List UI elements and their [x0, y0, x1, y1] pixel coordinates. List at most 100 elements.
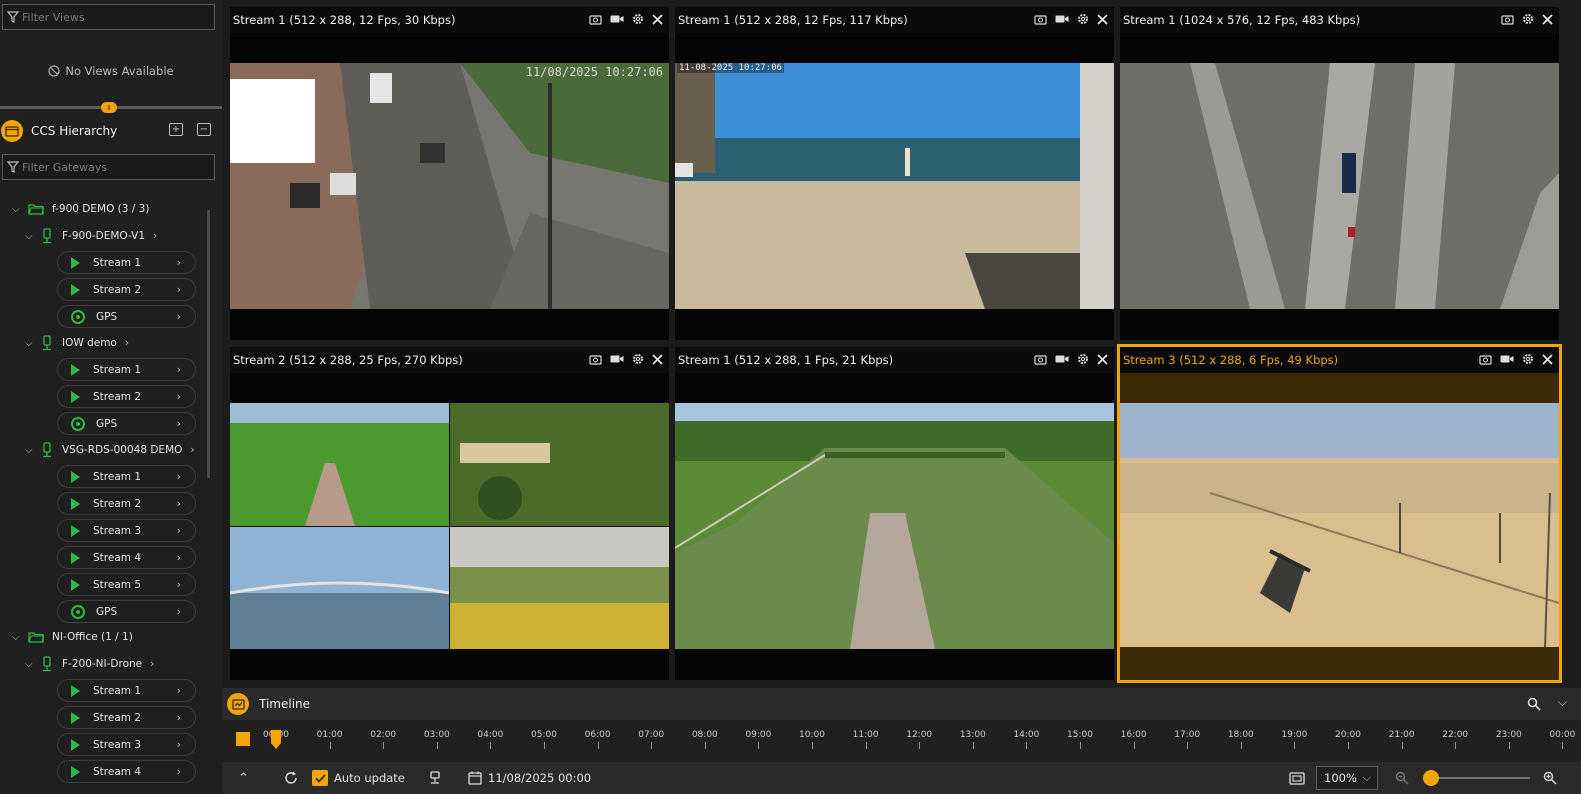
stream-item[interactable]: Stream 2 ›	[57, 492, 196, 515]
stream-item[interactable]: Stream 2 ›	[57, 706, 196, 729]
chevron-down-icon[interactable]: ⌵	[12, 632, 22, 643]
gps-item[interactable]: GPS ›	[57, 305, 196, 328]
chevron-down-icon[interactable]: ⌵	[25, 338, 35, 349]
snapshot-icon[interactable]	[1034, 354, 1047, 365]
gear-icon[interactable]	[632, 13, 644, 25]
snapshot-icon[interactable]	[1501, 14, 1514, 25]
stream-item[interactable]: Stream 4 ›	[57, 760, 196, 783]
close-icon[interactable]	[652, 353, 663, 365]
playhead-marker-icon[interactable]	[270, 730, 282, 750]
gear-icon[interactable]	[1522, 353, 1534, 365]
chevron-right-icon[interactable]: ›	[125, 337, 129, 349]
stream-label: Stream 2	[93, 497, 142, 510]
tree-device-iow-demo[interactable]: ⌵ IOW demo ›	[25, 332, 129, 354]
record-camera-icon[interactable]	[610, 14, 624, 24]
gear-icon[interactable]	[1522, 13, 1534, 25]
stop-icon[interactable]	[236, 732, 250, 746]
timeline-ruler[interactable]: 00:00 01:00 02:00 03:00 04:00 05:00 06:00 07:00…	[222, 720, 1581, 762]
group-label: f-900 DEMO (3 / 3)	[52, 203, 150, 215]
stream-item[interactable]: Stream 3 ›	[57, 733, 196, 756]
filter-gateways-input[interactable]: Filter Gateways	[2, 154, 215, 180]
tree-group-f900[interactable]: ⌵ f-900 DEMO (3 / 3)	[12, 198, 149, 220]
stream-item[interactable]: Stream 2 ›	[57, 278, 196, 301]
stream-item[interactable]: Stream 1 ›	[57, 358, 196, 381]
hour-tick-line	[919, 742, 921, 749]
collapse-all-button[interactable]: −	[197, 123, 211, 136]
tile-bottom-bar	[675, 649, 1114, 680]
device-icon	[43, 228, 51, 244]
auto-update-checkbox[interactable]	[312, 770, 328, 786]
tree-device-f200-ni-drone[interactable]: ⌵ F-200-NI-Drone ›	[25, 653, 154, 675]
zoom-out-icon[interactable]	[1395, 771, 1409, 785]
chevron-down-icon[interactable]: ⌵	[25, 445, 35, 456]
record-camera-icon[interactable]	[1055, 14, 1069, 24]
gps-item[interactable]: GPS ›	[57, 412, 196, 435]
hour-tick-line	[544, 742, 545, 749]
zoom-slider-thumb[interactable]	[1423, 770, 1439, 786]
filter-icon	[7, 161, 19, 173]
play-icon	[71, 497, 80, 510]
chevron-down-icon[interactable]: ⌵	[12, 204, 22, 215]
filter-icon	[7, 11, 19, 23]
calendar-icon[interactable]	[468, 771, 482, 785]
close-icon[interactable]	[1097, 13, 1108, 25]
snapshot-icon[interactable]	[1479, 354, 1492, 365]
stream-item[interactable]: Stream 1 ›	[57, 679, 196, 702]
snapshot-icon[interactable]	[1034, 14, 1047, 25]
tile-top-bar	[675, 373, 1114, 403]
close-icon[interactable]	[1542, 353, 1553, 365]
snapshot-icon[interactable]	[589, 354, 602, 365]
stream-item[interactable]: Stream 1 ›	[57, 465, 196, 488]
play-icon	[71, 524, 80, 537]
chevron-right-icon[interactable]: ›	[150, 658, 154, 670]
gps-item[interactable]: GPS ›	[57, 600, 196, 623]
close-icon[interactable]	[652, 13, 663, 25]
close-icon[interactable]	[1542, 13, 1553, 25]
stream-item[interactable]: Stream 4 ›	[57, 546, 196, 569]
video-tile-4[interactable]: Stream 2 (512 x 288, 25 Fps, 270 Kbps)	[230, 347, 669, 680]
snapshot-icon[interactable]	[589, 14, 602, 25]
chevron-down-icon[interactable]: ⌵	[25, 659, 35, 670]
record-camera-icon[interactable]	[1055, 354, 1069, 364]
record-camera-icon[interactable]	[610, 354, 624, 364]
zoom-in-icon[interactable]	[1543, 771, 1557, 785]
zoom-slider-track[interactable]	[1430, 777, 1530, 779]
stream-item[interactable]: Stream 3 ›	[57, 519, 196, 542]
hour-tick-label: 06:00	[584, 730, 611, 740]
tree-device-f900-demo-v1[interactable]: ⌵ F-900-DEMO-V1 ›	[25, 225, 157, 247]
stream-item[interactable]: Stream 5 ›	[57, 573, 196, 596]
gateway-icon[interactable]	[429, 771, 441, 785]
tree-group-ni-office[interactable]: ⌵ NI-Office (1 / 1)	[12, 626, 133, 648]
gear-icon[interactable]	[1077, 353, 1089, 365]
video-tile-5[interactable]: Stream 1 (512 x 288, 1 Fps, 21 Kbps)	[675, 347, 1114, 680]
record-camera-icon[interactable]	[1500, 354, 1514, 364]
close-icon[interactable]	[1097, 353, 1108, 365]
gear-icon[interactable]	[1077, 13, 1089, 25]
chevron-up-icon[interactable]: ⌃	[238, 771, 249, 786]
gear-icon[interactable]	[632, 353, 644, 365]
stream-item[interactable]: Stream 1 ›	[57, 251, 196, 274]
expand-all-button[interactable]: +	[169, 123, 183, 136]
video-tile-1[interactable]: Stream 1 (512 x 288, 12 Fps, 30 Kbps) 11…	[230, 7, 669, 340]
hour-tick-label: 20:00	[1335, 730, 1361, 740]
zoom-select[interactable]: 100% ⌵	[1316, 766, 1378, 790]
fit-screen-icon[interactable]	[1289, 771, 1305, 785]
refresh-icon[interactable]	[284, 771, 298, 785]
tree-device-vsg-rds[interactable]: ⌵ VSG-RDS-00048 DEMO ›	[25, 439, 195, 461]
stream-item[interactable]: Stream 2 ›	[57, 385, 196, 408]
chevron-right-icon[interactable]: ›	[153, 230, 157, 242]
hour-tick-label: 21:00	[1388, 730, 1415, 740]
video-tile-6-selected[interactable]: Stream 3 (512 x 288, 6 Fps, 49 Kbps)	[1117, 344, 1562, 683]
splitter-handle-icon[interactable]: ⇕	[101, 102, 117, 113]
tree-scrollbar[interactable]	[207, 210, 210, 478]
chevron-right-icon[interactable]: ›	[190, 444, 194, 456]
filter-views-input[interactable]: Filter Views	[2, 4, 215, 30]
hour-tick-line	[1508, 742, 1510, 749]
chevron-down-icon[interactable]: ⌵	[25, 231, 35, 242]
chevron-down-icon[interactable]: ⌵	[1558, 695, 1567, 710]
date-label[interactable]: 11/08/2025 00:00	[488, 771, 591, 785]
video-tile-2[interactable]: Stream 1 (512 x 288, 12 Fps, 117 Kbps) 1…	[675, 7, 1114, 340]
video-tile-3[interactable]: Stream 1 (1024 x 576, 12 Fps, 483 Kbps)	[1120, 7, 1559, 340]
search-icon[interactable]	[1527, 697, 1541, 711]
hour-tick-line	[1401, 742, 1403, 749]
